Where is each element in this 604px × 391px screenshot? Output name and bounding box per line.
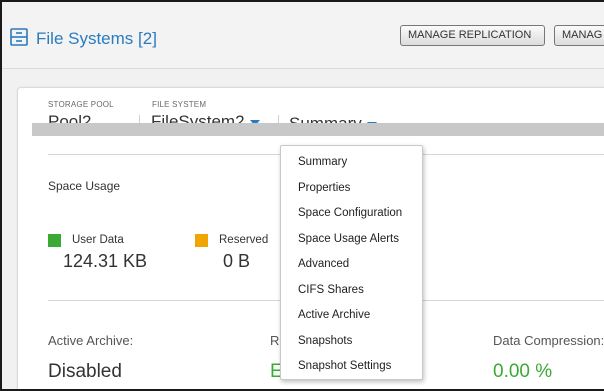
reserved-swatch	[195, 234, 208, 247]
reserved-value: 0 B	[223, 251, 251, 271]
user-data-label: User Data	[72, 234, 124, 246]
menu-item-properties[interactable]: Properties	[281, 176, 422, 202]
file-system-label: FILE SYSTEM	[152, 100, 207, 109]
data-compression-label: Data Compression:	[493, 333, 604, 348]
menu-item-space-usage-alerts[interactable]: Space Usage Alerts	[281, 227, 422, 253]
menu-item-summary[interactable]: Summary	[281, 150, 422, 176]
data-compression-value: 0.00 %	[493, 361, 553, 382]
active-archive-value: Disabled	[48, 361, 122, 382]
menu-item-cifs-shares[interactable]: CIFS Shares	[281, 278, 422, 304]
page-title: File Systems [2]	[36, 29, 157, 48]
file-system-icon	[10, 28, 28, 46]
space-usage-title: Space Usage	[48, 179, 121, 193]
user-data-value: 124.31 KB	[63, 251, 148, 271]
manage-button[interactable]: MANAG	[554, 25, 604, 46]
app-frame: File Systems [2] MANAGE REPLICATION MANA…	[0, 0, 604, 391]
partial-stat-label: R	[270, 333, 280, 348]
view-dropdown-menu: Summary Properties Space Configuration S…	[280, 145, 423, 380]
space-usage-bar	[32, 123, 604, 136]
menu-item-advanced[interactable]: Advanced	[281, 252, 422, 278]
page-header: File Systems [2] MANAGE REPLICATION MANA…	[2, 2, 604, 69]
reserved-label: Reserved	[219, 234, 269, 246]
user-data-swatch	[48, 234, 61, 247]
menu-item-space-configuration[interactable]: Space Configuration	[281, 201, 422, 227]
storage-pool-label: STORAGE POOL	[48, 100, 114, 109]
menu-item-snapshots[interactable]: Snapshots	[281, 329, 422, 355]
menu-item-active-archive[interactable]: Active Archive	[281, 303, 422, 329]
manage-replication-button[interactable]: MANAGE REPLICATION	[400, 25, 545, 46]
menu-item-snapshot-settings[interactable]: Snapshot Settings	[281, 354, 422, 380]
active-archive-label: Active Archive:	[48, 333, 134, 348]
